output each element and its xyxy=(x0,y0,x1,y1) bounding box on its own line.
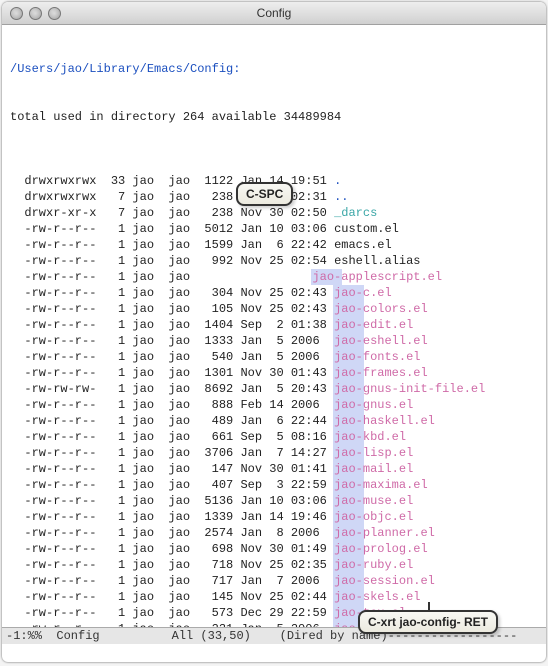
entry-meta: -rw-r--r-- 1 jao jao 540 Jan 5 2006 xyxy=(10,350,334,364)
entry-filename[interactable]: jao-edit.el xyxy=(334,318,413,332)
entry-filename[interactable]: jao-fonts.el xyxy=(334,350,420,364)
entry-filename[interactable]: jao-colors.el xyxy=(334,302,428,316)
entry-filename[interactable]: emacs.el xyxy=(334,238,392,252)
entry-meta: -rw-r--r-- 1 jao jao 105 Nov 25 02:43 xyxy=(10,302,334,316)
entry-meta: -rw-r--r-- 1 jao jao 1339 Jan 14 19:46 xyxy=(10,510,334,524)
dired-entry[interactable]: -rw-r--r-- 1 jao jao 540 Jan 5 2006 jao-… xyxy=(10,349,538,365)
dired-entry[interactable]: -rw-r--r-- 1 jao jao 147 Nov 30 01:41 ja… xyxy=(10,461,538,477)
entry-meta: -rw-r--r-- 1 jao jao 2574 Jan 8 2006 xyxy=(10,526,334,540)
callout-c-xrt: C-xrt jao-config- RET xyxy=(358,610,498,634)
entry-filename[interactable]: . xyxy=(334,174,341,188)
entry-meta: -rw-r--r-- 1 jao jao 5012 Jan 10 03:06 xyxy=(10,222,334,236)
entry-filename[interactable]: jao-kbd.el xyxy=(334,430,406,444)
entry-filename[interactable]: jao-frames.el xyxy=(334,366,428,380)
dired-entry[interactable]: -rw-r--r-- 1 jao jao 5136 Jan 10 03:06 j… xyxy=(10,493,538,509)
entry-meta: -rw-r--r-- 1 jao jao 718 Nov 25 02:35 xyxy=(10,558,334,572)
dired-entry[interactable]: -rw-r--r-- 1 jao jao 661 Sep 5 08:16 jao… xyxy=(10,429,538,445)
emacs-window: Config /Users/jao/Library/Emacs/Config: … xyxy=(2,2,546,662)
entry-filename[interactable]: jao-gnus.el xyxy=(334,398,413,412)
entry-meta: -rw-r--r-- 1 jao jao 1333 Jan 5 2006 xyxy=(10,334,334,348)
entry-meta: -rw-r--r-- 1 jao jao 489 Jan 6 22:44 xyxy=(10,414,334,428)
total-line: total used in directory 264 available 34… xyxy=(10,109,538,125)
entry-meta: -rw-r--r-- 1 jao jao 145 Nov 25 02:44 xyxy=(10,590,334,604)
entry-filename[interactable]: jao-c.el xyxy=(334,286,392,300)
dired-entry[interactable]: -rw-r--r-- 1 jao jao 3706 Jan 7 14:27 ja… xyxy=(10,445,538,461)
dired-entry[interactable]: -rw-r--r-- 1 jao jao 1333 Jan 5 2006 jao… xyxy=(10,333,538,349)
entry-filename[interactable]: jao-prolog.el xyxy=(334,542,428,556)
dired-entry[interactable]: -rw-r--r-- 1 jao jao 304 Nov 25 02:43 ja… xyxy=(10,285,538,301)
dired-entry[interactable]: -rw-r--r-- 1 jao jao 5012 Jan 10 03:06 c… xyxy=(10,221,538,237)
dired-entry[interactable]: -rw-r--r-- 1 jao jao 992 Nov 25 02:54 es… xyxy=(10,253,538,269)
dired-entry[interactable]: -rw-r--r-- 1 jao jao jao-applescript.el xyxy=(10,269,538,285)
dired-entry[interactable]: -rw-r--r-- 1 jao jao 105 Nov 25 02:43 ja… xyxy=(10,301,538,317)
dired-entry[interactable]: -rw-r--r-- 1 jao jao 1404 Sep 2 01:38 ja… xyxy=(10,317,538,333)
buffer-path: /Users/jao/Library/Emacs/Config: xyxy=(10,61,538,77)
dired-entry[interactable]: drwxr-xr-x 7 jao jao 238 Nov 30 02:50 _d… xyxy=(10,205,538,221)
dired-entry[interactable]: -rw-r--r-- 1 jao jao 1301 Nov 30 01:43 j… xyxy=(10,365,538,381)
dired-entry[interactable]: -rw-r--r-- 1 jao jao 1599 Jan 6 22:42 em… xyxy=(10,237,538,253)
entry-meta: -rw-r--r-- 1 jao jao 661 Sep 5 08:16 xyxy=(10,430,334,444)
entry-filename[interactable]: jao-lisp.el xyxy=(334,446,413,460)
entry-meta: -rw-r--r-- 1 jao jao 407 Sep 3 22:59 xyxy=(10,478,334,492)
entry-meta: -rw-r--r-- 1 jao jao 5136 Jan 10 03:06 xyxy=(10,494,334,508)
minibuffer[interactable] xyxy=(6,646,542,660)
dired-entry[interactable]: -rw-r--r-- 1 jao jao 407 Sep 3 22:59 jao… xyxy=(10,477,538,493)
entry-filename[interactable]: jao-maxima.el xyxy=(334,478,428,492)
entry-meta: drwxr-xr-x 7 jao jao 238 Nov 30 02:50 xyxy=(10,206,334,220)
entry-filename[interactable]: jao-eshell.el xyxy=(334,334,428,348)
dired-entry[interactable]: -rw-rw-rw- 1 jao jao 8692 Jan 5 20:43 ja… xyxy=(10,381,538,397)
entry-meta: -rw-r--r-- 1 jao jao 147 Nov 30 01:41 xyxy=(10,462,334,476)
dired-buffer[interactable]: /Users/jao/Library/Emacs/Config: total u… xyxy=(2,25,546,641)
entry-filename[interactable]: jao-ruby.el xyxy=(334,558,413,572)
entry-meta: -rw-r--r-- 1 jao jao xyxy=(10,270,312,284)
entry-meta: -rw-r--r-- 1 jao jao 1404 Sep 2 01:38 xyxy=(10,318,334,332)
entry-filename[interactable]: jao-muse.el xyxy=(334,494,413,508)
titlebar[interactable]: Config xyxy=(2,2,546,25)
entry-filename[interactable]: .. xyxy=(334,190,348,204)
window-title: Config xyxy=(2,5,546,21)
dired-entry[interactable]: -rw-r--r-- 1 jao jao 2574 Jan 8 2006 jao… xyxy=(10,525,538,541)
entry-filename[interactable]: custom.el xyxy=(334,222,399,236)
dired-entry[interactable]: -rw-r--r-- 1 jao jao 145 Nov 25 02:44 ja… xyxy=(10,589,538,605)
dired-entry[interactable]: -rw-r--r-- 1 jao jao 698 Nov 30 01:49 ja… xyxy=(10,541,538,557)
entry-filename[interactable]: jao-haskell.el xyxy=(334,414,435,428)
dired-entry[interactable]: -rw-r--r-- 1 jao jao 718 Nov 25 02:35 ja… xyxy=(10,557,538,573)
entry-meta: -rw-r--r-- 1 jao jao 3706 Jan 7 14:27 xyxy=(10,446,334,460)
entry-filename[interactable]: jao-session.el xyxy=(334,574,435,588)
entry-filename[interactable]: jao-applescript.el xyxy=(312,270,442,284)
dired-entry[interactable]: -rw-r--r-- 1 jao jao 489 Jan 6 22:44 jao… xyxy=(10,413,538,429)
entry-meta: -rw-r--r-- 1 jao jao 1599 Jan 6 22:42 xyxy=(10,238,334,252)
entry-meta: -rw-r--r-- 1 jao jao 1301 Nov 30 01:43 xyxy=(10,366,334,380)
dired-entry[interactable]: -rw-r--r-- 1 jao jao 888 Feb 14 2006 jao… xyxy=(10,397,538,413)
entry-filename[interactable]: jao-gnus-init-file.el xyxy=(334,382,485,396)
entry-meta: -rw-r--r-- 1 jao jao 992 Nov 25 02:54 xyxy=(10,254,334,268)
entry-meta: -rw-r--r-- 1 jao jao 888 Feb 14 2006 xyxy=(10,398,334,412)
entry-meta: -rw-rw-rw- 1 jao jao 8692 Jan 5 20:43 xyxy=(10,382,334,396)
entry-filename[interactable]: jao-mail.el xyxy=(334,462,413,476)
entry-filename[interactable]: jao-objc.el xyxy=(334,510,413,524)
callout-c-spc: C-SPC xyxy=(236,182,293,206)
entry-meta: -rw-r--r-- 1 jao jao 698 Nov 30 01:49 xyxy=(10,542,334,556)
entry-filename[interactable]: _darcs xyxy=(334,206,377,220)
dired-entry[interactable]: -rw-r--r-- 1 jao jao 1339 Jan 14 19:46 j… xyxy=(10,509,538,525)
entry-meta: -rw-r--r-- 1 jao jao 717 Jan 7 2006 xyxy=(10,574,334,588)
entry-filename[interactable]: jao-planner.el xyxy=(334,526,435,540)
entry-meta: -rw-r--r-- 1 jao jao 573 Dec 29 22:59 xyxy=(10,606,334,620)
entry-filename[interactable]: eshell.alias xyxy=(334,254,420,268)
entry-meta: -rw-r--r-- 1 jao jao 304 Nov 25 02:43 xyxy=(10,286,334,300)
dired-entry[interactable]: -rw-r--r-- 1 jao jao 717 Jan 7 2006 jao-… xyxy=(10,573,538,589)
entry-filename[interactable]: jao-skels.el xyxy=(334,590,420,604)
